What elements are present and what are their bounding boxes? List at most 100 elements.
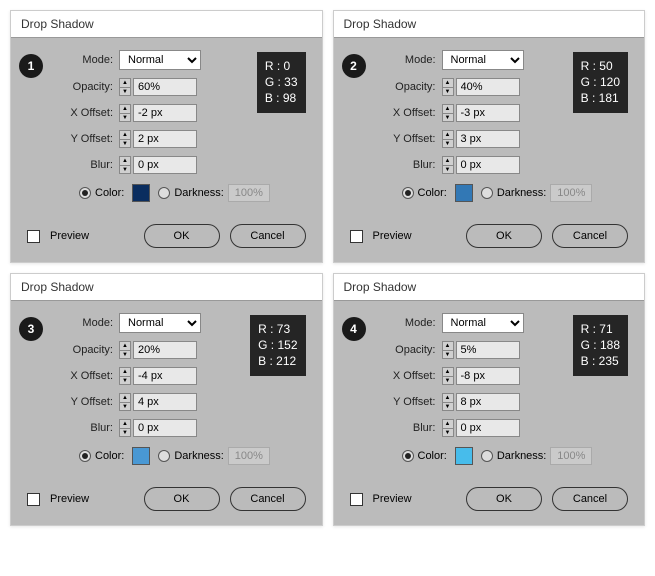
color-radio[interactable] <box>79 450 91 462</box>
yoffset-input[interactable] <box>133 130 197 148</box>
ok-button[interactable]: OK <box>144 487 220 511</box>
color-swatch[interactable] <box>455 184 473 202</box>
xoffset-stepper[interactable]: ▲▼ <box>442 104 454 122</box>
preview-label: Preview <box>373 493 412 505</box>
xoffset-input[interactable] <box>456 367 520 385</box>
mode-select[interactable]: Normal <box>442 313 524 333</box>
panel-title: Drop Shadow <box>11 11 322 38</box>
blur-label: Blur: <box>378 159 436 171</box>
preview-checkbox[interactable] <box>27 230 40 243</box>
cancel-button[interactable]: Cancel <box>552 224 628 248</box>
rgb-readout: R : 73 G : 152 B : 212 <box>250 315 305 376</box>
darkness-label: Darkness: <box>174 450 224 462</box>
yoffset-stepper[interactable]: ▲▼ <box>119 130 131 148</box>
xoffset-input[interactable] <box>133 104 197 122</box>
yoffset-input[interactable] <box>456 130 520 148</box>
color-label: Color: <box>418 450 447 462</box>
yoffset-stepper[interactable]: ▲▼ <box>442 393 454 411</box>
blur-label: Blur: <box>378 422 436 434</box>
xoffset-input[interactable] <box>133 367 197 385</box>
xoffset-stepper[interactable]: ▲▼ <box>119 104 131 122</box>
color-radio[interactable] <box>79 187 91 199</box>
blur-input[interactable] <box>456 419 520 437</box>
step-badge: 4 <box>342 317 366 341</box>
preview-label: Preview <box>50 230 89 242</box>
darkness-radio[interactable] <box>481 450 493 462</box>
drop-shadow-panel: Drop Shadow 4 Mode: Normal Opacity: ▲▼ X… <box>333 273 646 526</box>
blur-stepper[interactable]: ▲▼ <box>119 156 131 174</box>
color-swatch[interactable] <box>132 184 150 202</box>
color-radio[interactable] <box>402 187 414 199</box>
ok-button[interactable]: OK <box>466 224 542 248</box>
blur-stepper[interactable]: ▲▼ <box>442 156 454 174</box>
step-badge: 3 <box>19 317 43 341</box>
preview-checkbox[interactable] <box>350 230 363 243</box>
mode-select[interactable]: Normal <box>119 313 201 333</box>
panel-title: Drop Shadow <box>334 11 645 38</box>
yoffset-label: Y Offset: <box>55 133 113 145</box>
panel-title: Drop Shadow <box>11 274 322 301</box>
yoffset-input[interactable] <box>133 393 197 411</box>
darkness-radio[interactable] <box>158 450 170 462</box>
darkness-label: Darkness: <box>497 450 547 462</box>
opacity-stepper[interactable]: ▲▼ <box>119 78 131 96</box>
rgb-readout: R : 0 G : 33 B : 98 <box>257 52 306 113</box>
step-badge: 1 <box>19 54 43 78</box>
preview-checkbox[interactable] <box>350 493 363 506</box>
color-label: Color: <box>418 187 447 199</box>
xoffset-label: X Offset: <box>378 107 436 119</box>
darkness-label: Darkness: <box>497 187 547 199</box>
mode-select[interactable]: Normal <box>442 50 524 70</box>
blur-input[interactable] <box>456 156 520 174</box>
rgb-readout: R : 50 G : 120 B : 181 <box>573 52 628 113</box>
xoffset-stepper[interactable]: ▲▼ <box>442 367 454 385</box>
blur-label: Blur: <box>55 422 113 434</box>
color-label: Color: <box>95 187 124 199</box>
yoffset-stepper[interactable]: ▲▼ <box>442 130 454 148</box>
rgb-readout: R : 71 G : 188 B : 235 <box>573 315 628 376</box>
darkness-input <box>228 447 270 465</box>
yoffset-label: Y Offset: <box>378 133 436 145</box>
color-swatch[interactable] <box>455 447 473 465</box>
darkness-input <box>550 184 592 202</box>
opacity-stepper[interactable]: ▲▼ <box>119 341 131 359</box>
opacity-label: Opacity: <box>55 344 113 356</box>
color-swatch[interactable] <box>132 447 150 465</box>
blur-stepper[interactable]: ▲▼ <box>119 419 131 437</box>
opacity-stepper[interactable]: ▲▼ <box>442 341 454 359</box>
darkness-input <box>228 184 270 202</box>
ok-button[interactable]: OK <box>144 224 220 248</box>
preview-checkbox[interactable] <box>27 493 40 506</box>
opacity-input[interactable] <box>456 341 520 359</box>
yoffset-input[interactable] <box>456 393 520 411</box>
drop-shadow-panel: Drop Shadow 3 Mode: Normal Opacity: ▲▼ X… <box>10 273 323 526</box>
preview-label: Preview <box>50 493 89 505</box>
ok-button[interactable]: OK <box>466 487 542 511</box>
mode-select[interactable]: Normal <box>119 50 201 70</box>
cancel-button[interactable]: Cancel <box>552 487 628 511</box>
preview-label: Preview <box>373 230 412 242</box>
xoffset-label: X Offset: <box>378 370 436 382</box>
darkness-radio[interactable] <box>481 187 493 199</box>
mode-label: Mode: <box>378 317 436 329</box>
opacity-stepper[interactable]: ▲▼ <box>442 78 454 96</box>
opacity-input[interactable] <box>133 341 197 359</box>
yoffset-label: Y Offset: <box>378 396 436 408</box>
cancel-button[interactable]: Cancel <box>230 224 306 248</box>
xoffset-stepper[interactable]: ▲▼ <box>119 367 131 385</box>
xoffset-input[interactable] <box>456 104 520 122</box>
blur-label: Blur: <box>55 159 113 171</box>
blur-input[interactable] <box>133 419 197 437</box>
yoffset-stepper[interactable]: ▲▼ <box>119 393 131 411</box>
color-radio[interactable] <box>402 450 414 462</box>
opacity-input[interactable] <box>456 78 520 96</box>
blur-stepper[interactable]: ▲▼ <box>442 419 454 437</box>
drop-shadow-panel: Drop Shadow 1 Mode: Normal Opacity: ▲▼ X… <box>10 10 323 263</box>
darkness-input <box>550 447 592 465</box>
yoffset-label: Y Offset: <box>55 396 113 408</box>
darkness-radio[interactable] <box>158 187 170 199</box>
cancel-button[interactable]: Cancel <box>230 487 306 511</box>
opacity-label: Opacity: <box>378 81 436 93</box>
opacity-input[interactable] <box>133 78 197 96</box>
blur-input[interactable] <box>133 156 197 174</box>
